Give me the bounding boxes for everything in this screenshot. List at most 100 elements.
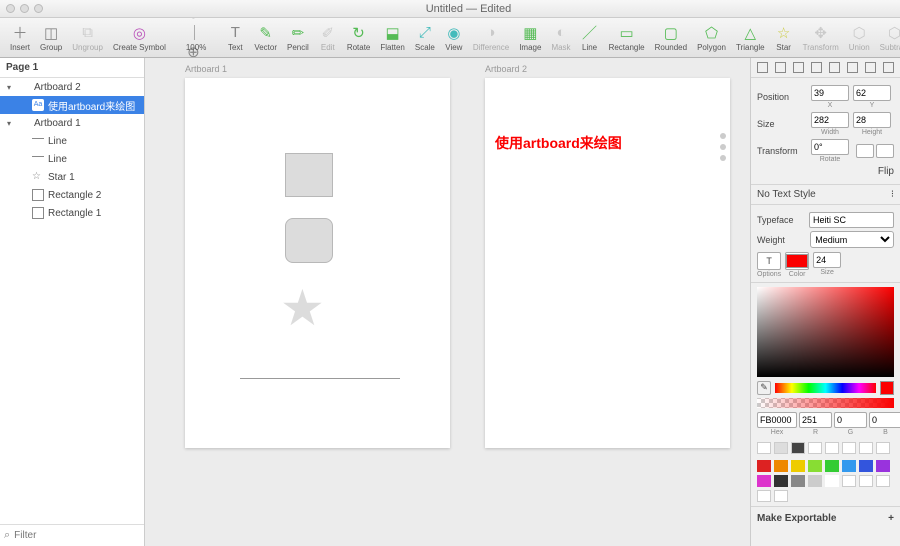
layer-row[interactable]: Rectangle 2 bbox=[0, 186, 144, 204]
tool-image[interactable]: ▦Image bbox=[515, 24, 545, 52]
tool-rotate[interactable]: ↻Rotate bbox=[343, 24, 375, 52]
width-input[interactable] bbox=[811, 112, 849, 128]
saturation-box[interactable] bbox=[757, 287, 894, 377]
close-icon[interactable] bbox=[6, 4, 15, 13]
palette-swatch[interactable] bbox=[808, 460, 822, 472]
gray-swatch[interactable] bbox=[876, 442, 890, 454]
artboard-label[interactable]: Artboard 2 bbox=[485, 64, 527, 74]
palette-swatch[interactable] bbox=[757, 475, 771, 487]
tool-symbol[interactable]: ◎Create Symbol bbox=[109, 24, 170, 52]
palette-swatch[interactable] bbox=[842, 460, 856, 472]
hex-input[interactable] bbox=[757, 412, 797, 428]
palette-swatch[interactable] bbox=[859, 460, 873, 472]
distribute-h-icon[interactable] bbox=[865, 62, 876, 73]
distribute-v-icon[interactable] bbox=[883, 62, 894, 73]
gray-swatch[interactable] bbox=[825, 442, 839, 454]
eyedropper-icon[interactable]: ✎ bbox=[757, 381, 771, 395]
palette-swatch[interactable] bbox=[825, 460, 839, 472]
tool-polygon[interactable]: ⬠Polygon bbox=[693, 24, 730, 52]
palette-swatch[interactable] bbox=[791, 460, 805, 472]
palette-swatch[interactable] bbox=[825, 475, 839, 487]
align-bottom-icon[interactable] bbox=[847, 62, 858, 73]
r-input[interactable] bbox=[799, 412, 832, 428]
layer-row[interactable]: ▾Artboard 2 bbox=[0, 78, 144, 96]
gray-swatch[interactable] bbox=[791, 442, 805, 454]
star-shape[interactable]: ★ bbox=[280, 283, 325, 333]
g-input[interactable] bbox=[834, 412, 867, 428]
tool-zoom[interactable]: ⊖ ｜ ⊕100% bbox=[182, 24, 210, 52]
gray-swatch[interactable] bbox=[774, 442, 788, 454]
flip-v-icon[interactable] bbox=[876, 144, 894, 158]
artboard-1[interactable]: Artboard 1 ★ bbox=[185, 78, 450, 448]
typeface-input[interactable] bbox=[809, 212, 894, 228]
position-y-input[interactable] bbox=[853, 85, 891, 101]
line-shape[interactable] bbox=[240, 378, 400, 379]
layer-row[interactable]: Rectangle 1 bbox=[0, 204, 144, 222]
artboard-2[interactable]: Artboard 2 使用artboard来绘图 bbox=[485, 78, 730, 448]
tool-vector[interactable]: ✎Vector bbox=[250, 24, 281, 52]
tool-line[interactable]: ／Line bbox=[577, 24, 603, 52]
gray-swatch[interactable] bbox=[808, 442, 822, 454]
gray-swatch[interactable] bbox=[859, 442, 873, 454]
text-color-button[interactable] bbox=[785, 252, 809, 270]
minimize-icon[interactable] bbox=[20, 4, 29, 13]
tool-text[interactable]: TText bbox=[222, 24, 248, 52]
palette-swatch[interactable] bbox=[876, 460, 890, 472]
palette-swatch[interactable] bbox=[791, 475, 805, 487]
palette-empty[interactable] bbox=[859, 475, 873, 487]
tool-pencil[interactable]: ✏Pencil bbox=[283, 24, 313, 52]
gray-swatch[interactable] bbox=[757, 442, 771, 454]
align-center-icon[interactable] bbox=[775, 62, 786, 73]
palette-swatch[interactable] bbox=[774, 475, 788, 487]
rounded-shape[interactable] bbox=[285, 218, 333, 263]
disclosure-icon[interactable]: ▾ bbox=[4, 83, 14, 92]
tool-star[interactable]: ☆Star bbox=[771, 24, 797, 52]
font-size-input[interactable] bbox=[813, 252, 841, 268]
text-style-menu-icon[interactable]: ⁝ bbox=[891, 189, 894, 200]
b-input[interactable] bbox=[869, 412, 900, 428]
page-header[interactable]: Page 1 bbox=[0, 58, 144, 78]
tool-flatten[interactable]: ⬓Flatten bbox=[376, 24, 408, 52]
height-input[interactable] bbox=[853, 112, 891, 128]
layer-row[interactable]: ▾Artboard 1 bbox=[0, 114, 144, 132]
position-x-input[interactable] bbox=[811, 85, 849, 101]
artboard-label[interactable]: Artboard 1 bbox=[185, 64, 227, 74]
text-options-button[interactable]: T bbox=[757, 252, 781, 270]
tool-scale[interactable]: ⤢Scale bbox=[411, 24, 439, 52]
make-exportable-button[interactable]: Make Exportable+ bbox=[751, 507, 900, 530]
tool-view[interactable]: ◉View bbox=[441, 24, 467, 52]
tool-group[interactable]: ◫Group bbox=[36, 24, 66, 52]
weight-select[interactable]: Medium bbox=[810, 231, 894, 248]
align-top-icon[interactable] bbox=[811, 62, 822, 73]
filter-input[interactable] bbox=[14, 530, 146, 541]
hue-slider[interactable] bbox=[775, 383, 876, 393]
palette-empty[interactable] bbox=[774, 490, 788, 502]
rotate-input[interactable] bbox=[811, 139, 849, 155]
tool-triangle[interactable]: △Triangle bbox=[732, 24, 769, 52]
disclosure-icon[interactable]: ▾ bbox=[4, 119, 14, 128]
palette-swatch[interactable] bbox=[757, 460, 771, 472]
align-left-icon[interactable] bbox=[757, 62, 768, 73]
selected-text-layer[interactable]: 使用artboard来绘图 bbox=[495, 133, 700, 153]
align-middle-icon[interactable] bbox=[829, 62, 840, 73]
gray-swatch[interactable] bbox=[842, 442, 856, 454]
tool-rounded[interactable]: ▢Rounded bbox=[651, 24, 691, 52]
canvas[interactable]: Artboard 1 ★ Artboard 2 使用artboard来绘图 bbox=[145, 58, 750, 546]
palette-empty[interactable] bbox=[876, 475, 890, 487]
layer-row[interactable]: Aa使用artboard来绘图 bbox=[0, 96, 144, 114]
tool-rect[interactable]: ▭Rectangle bbox=[605, 24, 649, 52]
tool-insert[interactable]: ＋Insert bbox=[6, 24, 34, 52]
flip-h-icon[interactable] bbox=[856, 144, 874, 158]
selection-handles[interactable] bbox=[720, 128, 730, 166]
palette-empty[interactable] bbox=[757, 490, 771, 502]
layer-row[interactable]: ☆Star 1 bbox=[0, 168, 144, 186]
alpha-slider[interactable] bbox=[757, 398, 894, 408]
rectangle-shape[interactable] bbox=[285, 153, 333, 197]
layer-row[interactable]: Line bbox=[0, 150, 144, 168]
align-right-icon[interactable] bbox=[793, 62, 804, 73]
zoom-icon[interactable] bbox=[34, 4, 43, 13]
palette-empty[interactable] bbox=[842, 475, 856, 487]
layer-row[interactable]: Line bbox=[0, 132, 144, 150]
palette-swatch[interactable] bbox=[808, 475, 822, 487]
palette-swatch[interactable] bbox=[774, 460, 788, 472]
